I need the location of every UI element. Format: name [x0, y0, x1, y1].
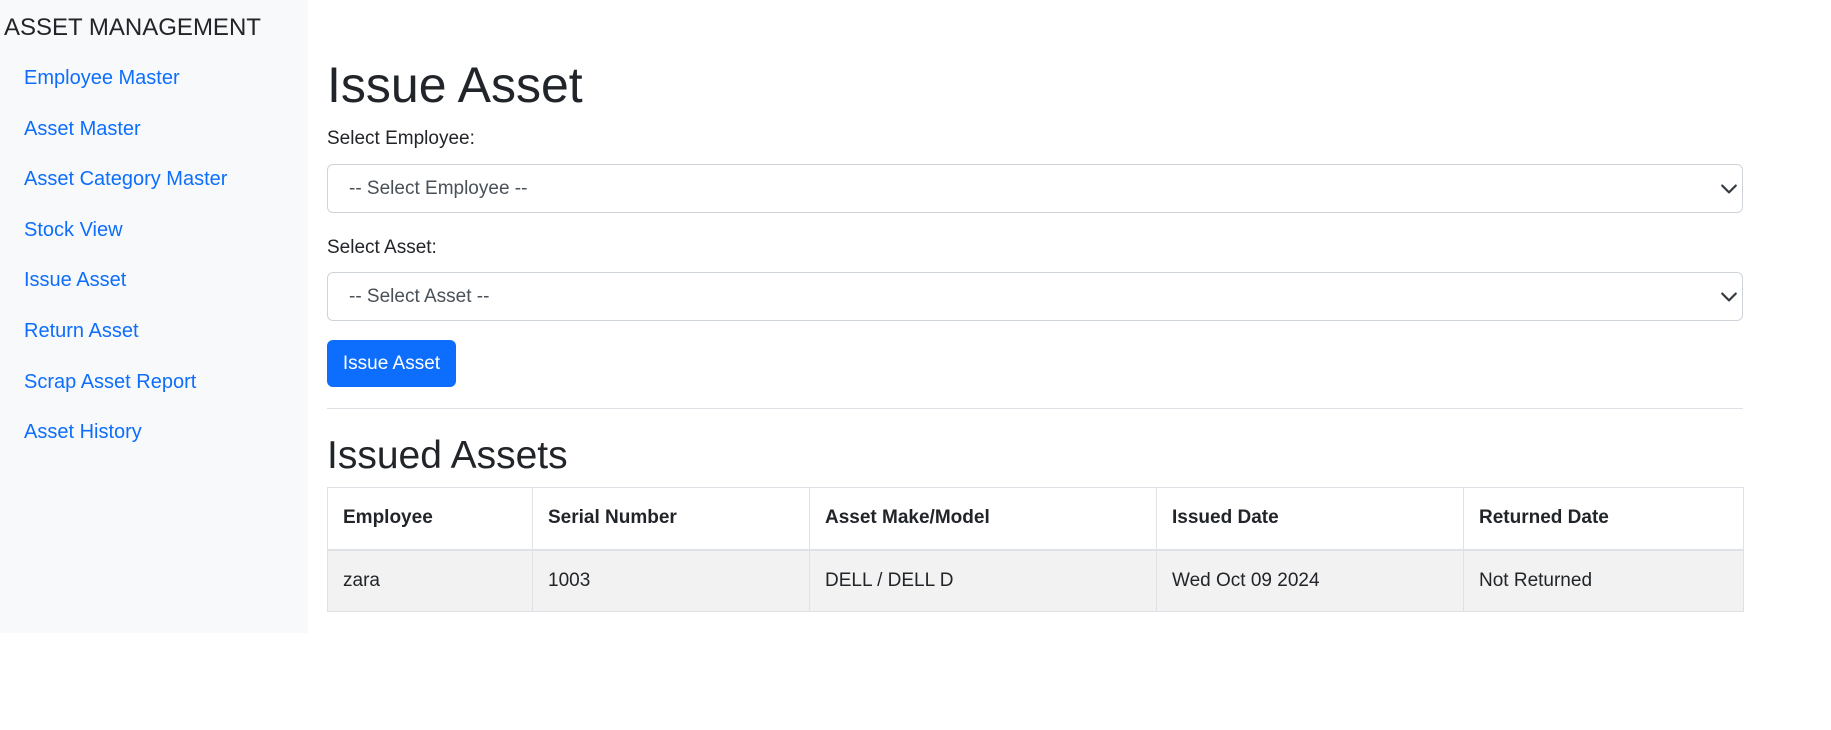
table-row: zara 1003 DELL / DELL D Wed Oct 09 2024 …	[327, 549, 1744, 612]
asset-select[interactable]: -- Select Asset --	[327, 272, 1743, 321]
column-header-employee: Employee	[327, 487, 533, 551]
sidebar-item-asset-category-master[interactable]: Asset Category Master	[24, 167, 227, 191]
sidebar-item-employee-master[interactable]: Employee Master	[24, 66, 180, 90]
cell-returned-date: Not Returned	[1463, 549, 1744, 612]
sidebar-item-return-asset[interactable]: Return Asset	[24, 319, 139, 343]
chevron-down-icon	[1721, 184, 1737, 194]
cell-employee: zara	[327, 549, 533, 612]
sidebar-item-issue-asset[interactable]: Issue Asset	[24, 268, 126, 292]
sidebar-item-scrap-asset-report[interactable]: Scrap Asset Report	[24, 370, 196, 394]
employee-select[interactable]: -- Select Employee --	[327, 164, 1743, 213]
cell-asset-make-model: DELL / DELL D	[809, 549, 1157, 612]
brand-title: ASSET MANAGEMENT	[4, 14, 261, 41]
issued-assets-title: Issued Assets	[327, 434, 568, 477]
sidebar-item-asset-master[interactable]: Asset Master	[24, 117, 141, 141]
column-header-returned-date: Returned Date	[1463, 487, 1744, 551]
employee-select-value: -- Select Employee --	[349, 178, 528, 199]
page-title: Issue Asset	[327, 57, 583, 113]
chevron-down-icon	[1721, 292, 1737, 302]
sidebar-item-stock-view[interactable]: Stock View	[24, 218, 123, 242]
section-divider	[327, 408, 1743, 409]
sidebar-item-asset-history[interactable]: Asset History	[24, 420, 142, 444]
cell-serial-number: 1003	[532, 549, 810, 612]
main-content: Issue Asset Select Employee: -- Select E…	[327, 0, 1744, 730]
asset-select-value: -- Select Asset --	[349, 286, 490, 307]
asset-select-label: Select Asset:	[327, 237, 437, 258]
sidebar: ASSET MANAGEMENT Employee Master Asset M…	[0, 0, 308, 633]
table-header-row: Employee Serial Number Asset Make/Model …	[327, 487, 1744, 551]
column-header-asset-make-model: Asset Make/Model	[809, 487, 1157, 551]
issue-asset-button[interactable]: Issue Asset	[327, 340, 456, 387]
cell-issued-date: Wed Oct 09 2024	[1156, 549, 1464, 612]
employee-select-label: Select Employee:	[327, 128, 475, 149]
column-header-serial-number: Serial Number	[532, 487, 810, 551]
issued-assets-table: Employee Serial Number Asset Make/Model …	[327, 487, 1744, 612]
column-header-issued-date: Issued Date	[1156, 487, 1464, 551]
app-root: ASSET MANAGEMENT Employee Master Asset M…	[0, 0, 1831, 730]
